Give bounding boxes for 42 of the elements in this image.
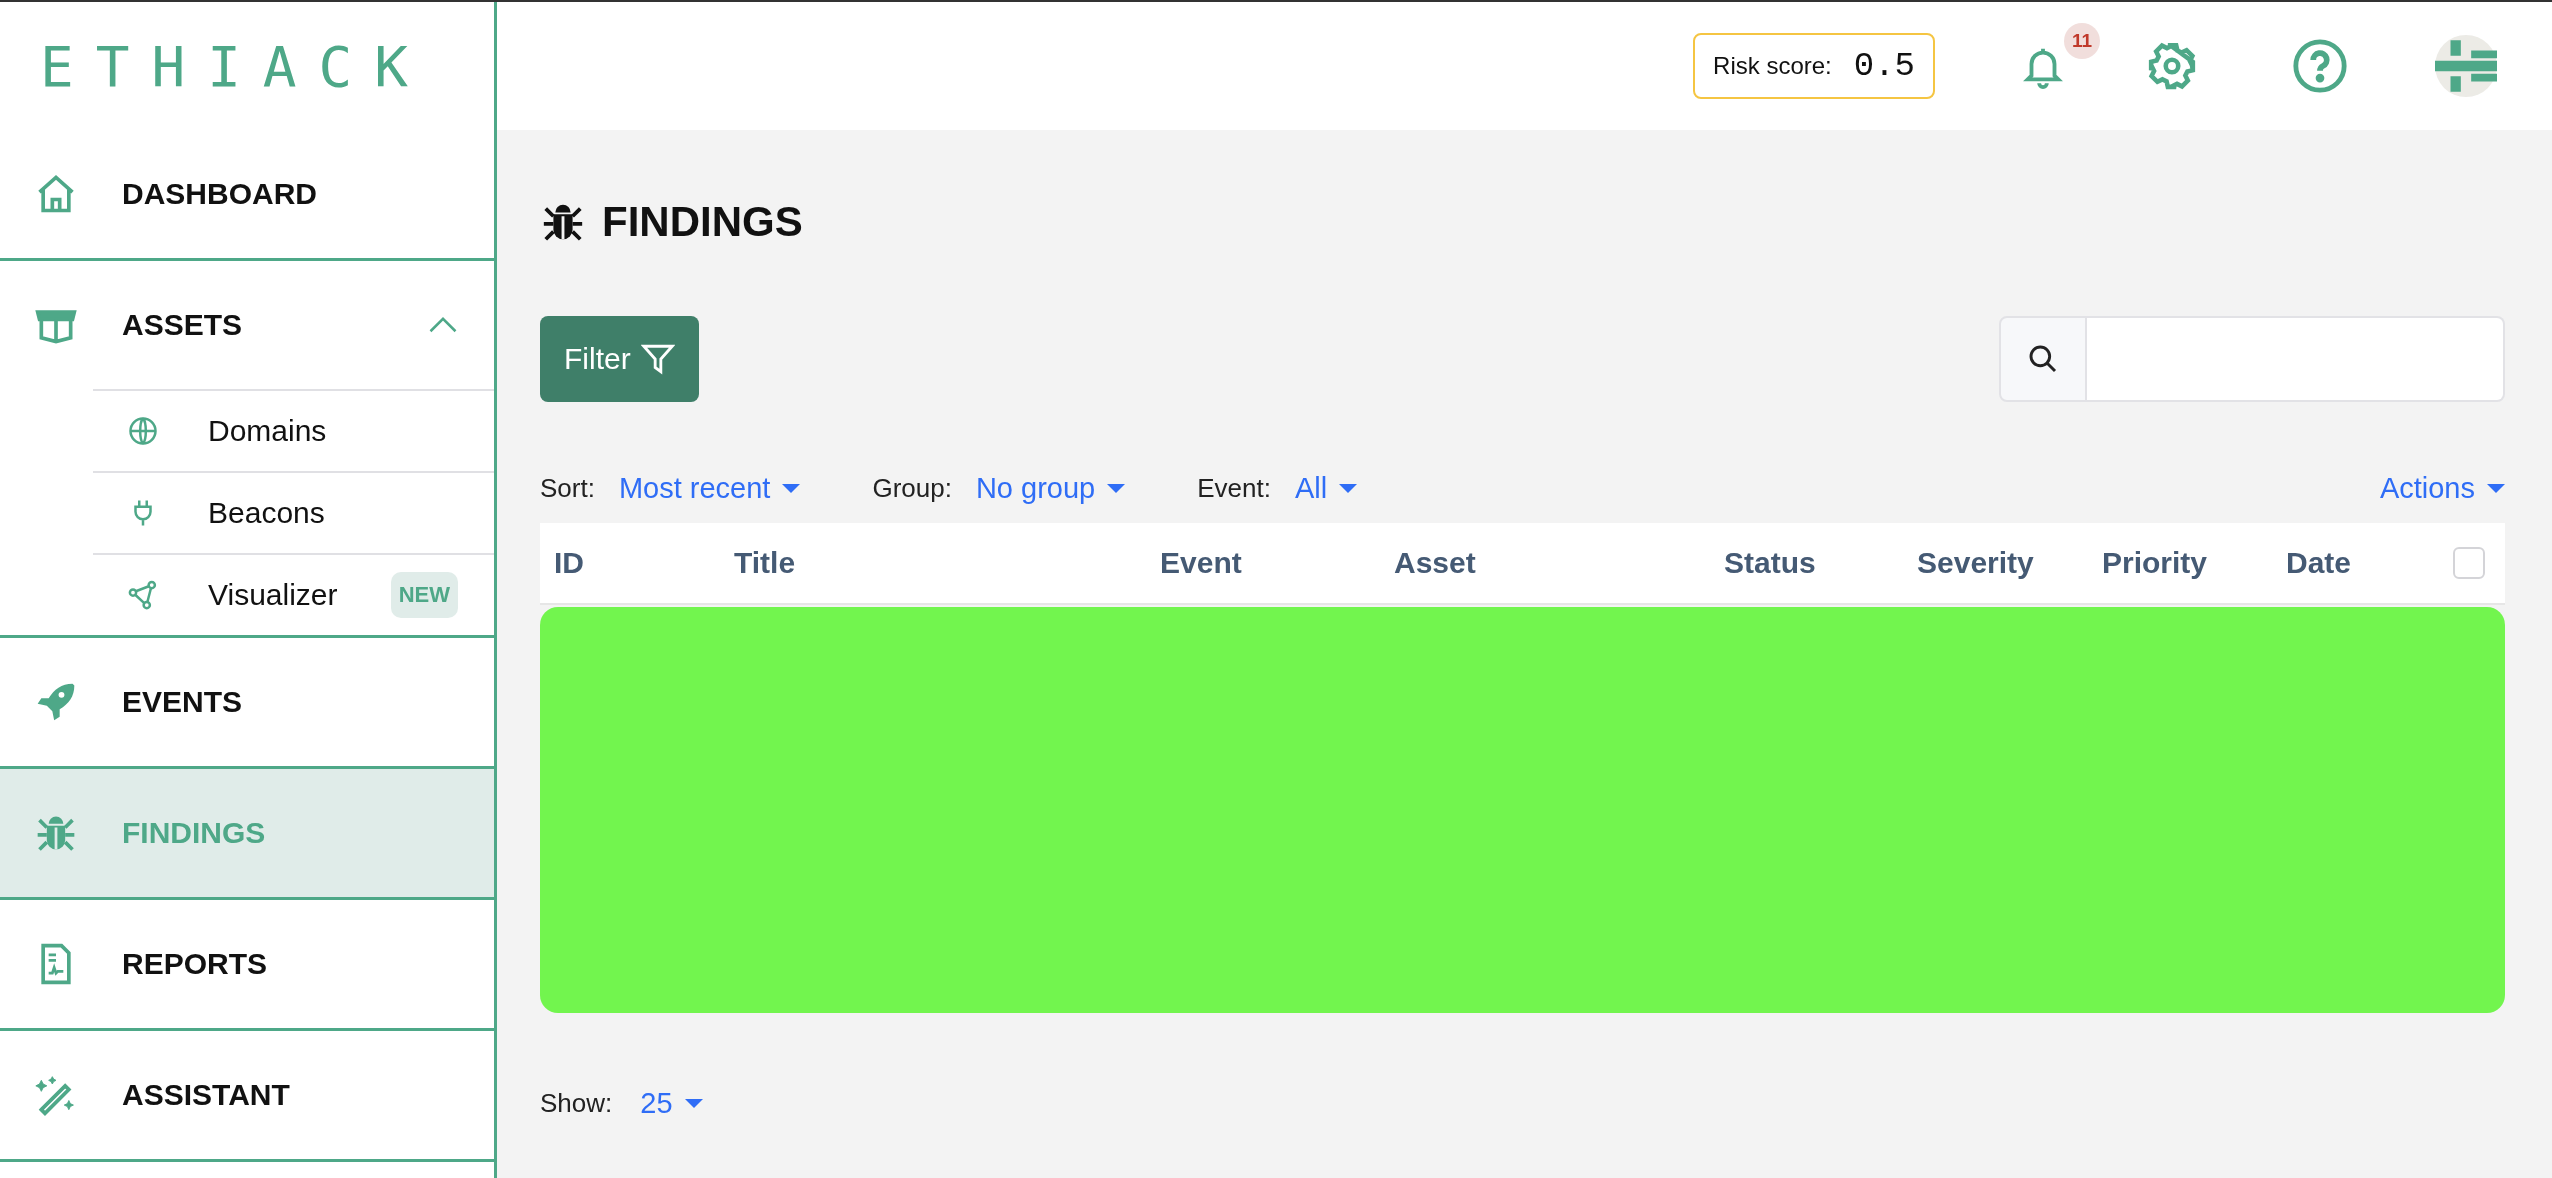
- column-header[interactable]: Date: [2286, 546, 2436, 580]
- select-all-checkbox[interactable]: [2453, 547, 2485, 579]
- node-graph-icon: [128, 580, 158, 610]
- filter-button[interactable]: Filter: [540, 316, 699, 402]
- page-size-dropdown[interactable]: 25: [640, 1087, 703, 1120]
- globe-icon: [128, 416, 158, 446]
- help-icon[interactable]: [2291, 37, 2349, 95]
- funnel-icon: [640, 342, 675, 376]
- settings-icon[interactable]: [2147, 41, 2197, 91]
- page-title: FINDINGS: [602, 198, 803, 246]
- avatar[interactable]: [2435, 35, 2497, 97]
- nav-item[interactable]: ASSETS: [0, 261, 494, 389]
- search-button[interactable]: [1999, 316, 2087, 402]
- column-header[interactable]: Priority: [2102, 546, 2286, 580]
- submenu-item[interactable]: Visualizer NEW: [93, 553, 494, 635]
- new-badge: NEW: [390, 572, 458, 618]
- column-header[interactable]: Title: [734, 546, 1160, 580]
- nav-item[interactable]: EVENTS: [0, 638, 494, 766]
- nav-item[interactable]: REPORTS: [0, 900, 494, 1028]
- column-header[interactable]: Severity: [1917, 546, 2102, 580]
- submenu-item[interactable]: Beacons: [93, 471, 494, 553]
- nav-item[interactable]: DASHBOARD: [0, 130, 494, 258]
- risk-score-value: 0.5: [1853, 47, 1915, 85]
- dropdown[interactable]: All: [1294, 471, 1358, 505]
- chevron-icon[interactable]: [428, 316, 458, 334]
- control-label: Group:: [872, 472, 952, 504]
- search-icon: [2027, 343, 2059, 375]
- submenu-item[interactable]: Domains: [93, 389, 494, 471]
- column-header[interactable]: ID: [554, 546, 734, 580]
- column-header[interactable]: Event: [1160, 546, 1394, 580]
- risk-score-label: Risk score:: [1713, 52, 1832, 80]
- control-label: Event:: [1197, 472, 1271, 504]
- search-field[interactable]: [2087, 316, 2505, 402]
- notification-count: 11: [2064, 23, 2100, 59]
- actions-dropdown[interactable]: Actions: [2379, 471, 2505, 505]
- dropdown[interactable]: Most recent: [618, 471, 801, 505]
- column-header[interactable]: Asset: [1394, 546, 1724, 580]
- dropdown[interactable]: No group: [975, 471, 1126, 505]
- nav-item[interactable]: ASSISTANT: [0, 1031, 494, 1159]
- show-label: Show:: [540, 1088, 613, 1119]
- control-label: Sort:: [540, 472, 595, 504]
- column-header[interactable]: Status: [1724, 546, 1917, 580]
